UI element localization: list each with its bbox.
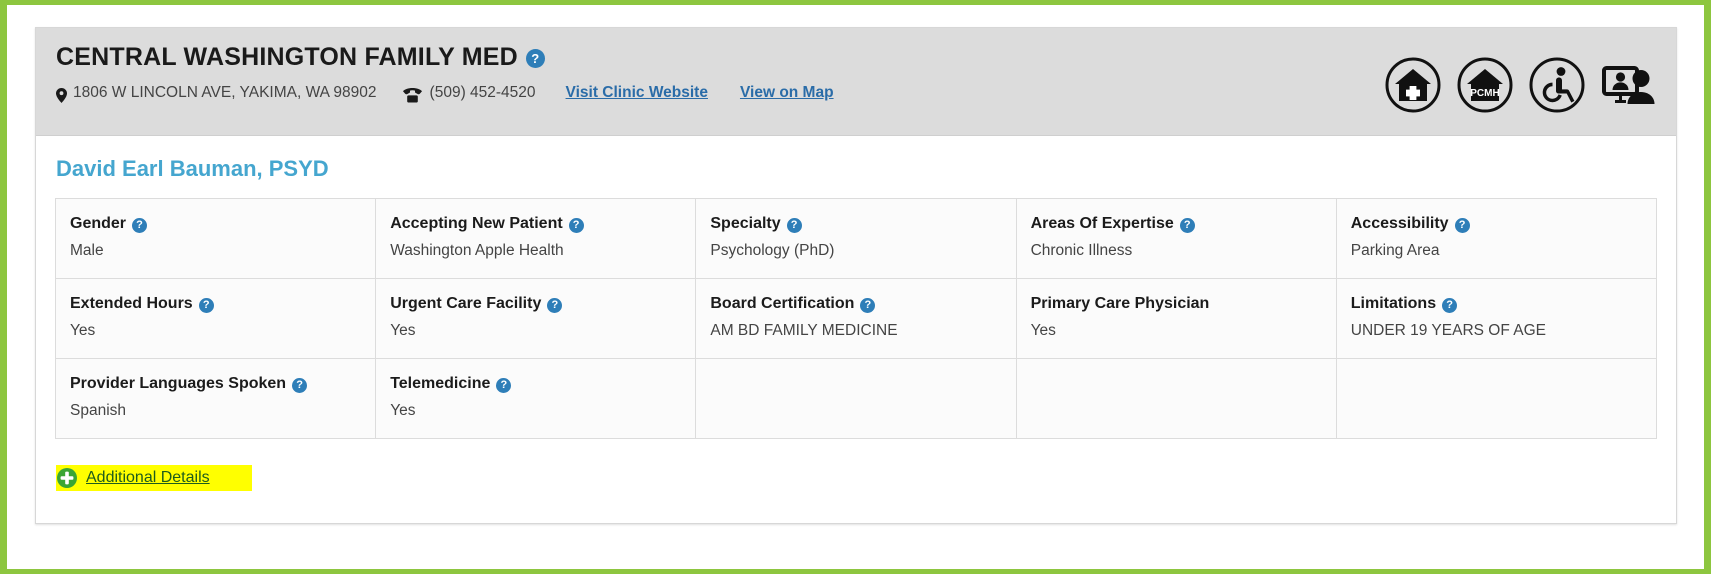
attr-value: Yes xyxy=(390,322,681,340)
clinic-name: CENTRAL WASHINGTON FAMILY MED xyxy=(56,44,518,70)
attr-label: Primary Care Physician xyxy=(1031,295,1322,313)
attr-value: Yes xyxy=(1031,322,1322,340)
plus-circle-icon[interactable] xyxy=(56,467,78,489)
attr-value: Male xyxy=(70,242,361,260)
attr-value: Washington Apple Health xyxy=(390,242,681,260)
attr-cell-areas-of-expertise: Areas Of Expertise ? Chronic Illness xyxy=(1016,199,1336,279)
attr-cell-specialty: Specialty ? Psychology (PhD) xyxy=(696,199,1016,279)
question-circle-icon[interactable]: ? xyxy=(526,49,545,68)
question-circle-icon[interactable]: ? xyxy=(132,218,147,233)
table-row: Gender ? Male Accepting New Patient ? Wa… xyxy=(56,199,1657,279)
clinic-home-cross-icon[interactable] xyxy=(1384,56,1442,114)
attr-label: Urgent Care Facility ? xyxy=(390,295,681,313)
attr-label: Telemedicine ? xyxy=(390,375,681,393)
pcmh-home-icon[interactable]: PCMH xyxy=(1456,56,1514,114)
provider-attributes-table: Gender ? Male Accepting New Patient ? Wa… xyxy=(55,198,1657,439)
attr-cell-empty xyxy=(1016,359,1336,439)
attr-value: Yes xyxy=(70,322,361,340)
attr-label: Specialty ? xyxy=(710,215,1001,233)
question-circle-icon[interactable]: ? xyxy=(496,378,511,393)
attr-value: Spanish xyxy=(70,402,361,420)
table-row: Extended Hours ? Yes Urgent Care Facilit… xyxy=(56,279,1657,359)
question-circle-icon[interactable]: ? xyxy=(569,218,584,233)
question-circle-icon[interactable]: ? xyxy=(1455,218,1470,233)
question-circle-icon[interactable]: ? xyxy=(292,378,307,393)
attr-cell-empty xyxy=(696,359,1016,439)
question-circle-icon[interactable]: ? xyxy=(547,298,562,313)
attr-cell-accessibility: Accessibility ? Parking Area xyxy=(1336,199,1656,279)
attr-value: UNDER 19 YEARS OF AGE xyxy=(1351,322,1642,340)
attr-label-text: Gender xyxy=(70,215,126,233)
attr-label: Gender ? xyxy=(70,215,361,233)
attr-label-text: Urgent Care Facility xyxy=(390,295,541,313)
map-pin-icon xyxy=(56,88,67,103)
attr-label-text: Accepting New Patient xyxy=(390,215,562,233)
attr-label-text: Specialty xyxy=(710,215,780,233)
telephone-icon xyxy=(403,88,422,103)
attr-label-text: Limitations xyxy=(1351,295,1436,313)
attr-label-text: Accessibility xyxy=(1351,215,1449,233)
table-row: Provider Languages Spoken ? Spanish Tele… xyxy=(56,359,1657,439)
attr-label: Accepting New Patient ? xyxy=(390,215,681,233)
page-root: CENTRAL WASHINGTON FAMILY MED ? 1806 W L… xyxy=(0,0,1711,574)
attr-label: Limitations ? xyxy=(1351,295,1642,313)
attr-cell-empty xyxy=(1336,359,1656,439)
question-circle-icon[interactable]: ? xyxy=(199,298,214,313)
attr-cell-board-certification: Board Certification ? AM BD FAMILY MEDIC… xyxy=(696,279,1016,359)
clinic-address: 1806 W LINCOLN AVE, YAKIMA, WA 98902 xyxy=(73,84,377,102)
attr-cell-extended-hours: Extended Hours ? Yes xyxy=(56,279,376,359)
clinic-phone: (509) 452-4520 xyxy=(430,84,536,102)
attr-value: AM BD FAMILY MEDICINE xyxy=(710,322,1001,340)
attr-label: Extended Hours ? xyxy=(70,295,361,313)
clinic-header: CENTRAL WASHINGTON FAMILY MED ? 1806 W L… xyxy=(36,28,1676,136)
attr-cell-accepting-new-patient: Accepting New Patient ? Washington Apple… xyxy=(376,199,696,279)
question-circle-icon[interactable]: ? xyxy=(1180,218,1195,233)
card-footer-spacer xyxy=(36,513,1676,523)
attr-cell-primary-care-physician: Primary Care Physician Yes xyxy=(1016,279,1336,359)
attr-label-text: Provider Languages Spoken xyxy=(70,375,286,393)
attr-label-text: Telemedicine xyxy=(390,375,490,393)
attr-label-text: Areas Of Expertise xyxy=(1031,215,1174,233)
attr-cell-urgent-care-facility: Urgent Care Facility ? Yes xyxy=(376,279,696,359)
view-on-map-link[interactable]: View on Map xyxy=(740,84,834,102)
attr-label-text: Primary Care Physician xyxy=(1031,295,1210,313)
attr-value: Chronic Illness xyxy=(1031,242,1322,260)
attr-label-text: Extended Hours xyxy=(70,295,193,313)
attr-value: Psychology (PhD) xyxy=(710,242,1001,260)
attr-label: Areas Of Expertise ? xyxy=(1031,215,1322,233)
question-circle-icon[interactable]: ? xyxy=(787,218,802,233)
attr-cell-telemedicine: Telemedicine ? Yes xyxy=(376,359,696,439)
attr-label: Accessibility ? xyxy=(1351,215,1642,233)
wheelchair-accessibility-icon[interactable] xyxy=(1528,56,1586,114)
question-circle-icon[interactable]: ? xyxy=(860,298,875,313)
attr-cell-limitations: Limitations ? UNDER 19 YEARS OF AGE xyxy=(1336,279,1656,359)
additional-details-link[interactable]: Additional Details xyxy=(86,469,210,487)
provider-name[interactable]: David Earl Bauman, PSYD xyxy=(36,136,1676,198)
attr-label: Board Certification ? xyxy=(710,295,1001,313)
attr-label-text: Board Certification xyxy=(710,295,854,313)
attr-label: Provider Languages Spoken ? xyxy=(70,375,361,393)
clinic-card: CENTRAL WASHINGTON FAMILY MED ? 1806 W L… xyxy=(35,27,1677,524)
attr-cell-gender: Gender ? Male xyxy=(56,199,376,279)
pcmh-badge-label: PCMH xyxy=(1470,88,1499,99)
attr-value: Yes xyxy=(390,402,681,420)
question-circle-icon[interactable]: ? xyxy=(1442,298,1457,313)
additional-details-highlight[interactable]: Additional Details xyxy=(56,465,252,491)
attr-cell-provider-languages-spoken: Provider Languages Spoken ? Spanish xyxy=(56,359,376,439)
attr-value: Parking Area xyxy=(1351,242,1642,260)
clinic-badges: PCMH xyxy=(1384,56,1658,114)
telemedicine-video-visit-icon[interactable] xyxy=(1600,56,1658,114)
visit-clinic-website-link[interactable]: Visit Clinic Website xyxy=(566,84,708,102)
additional-details-row: Additional Details xyxy=(36,439,1676,513)
